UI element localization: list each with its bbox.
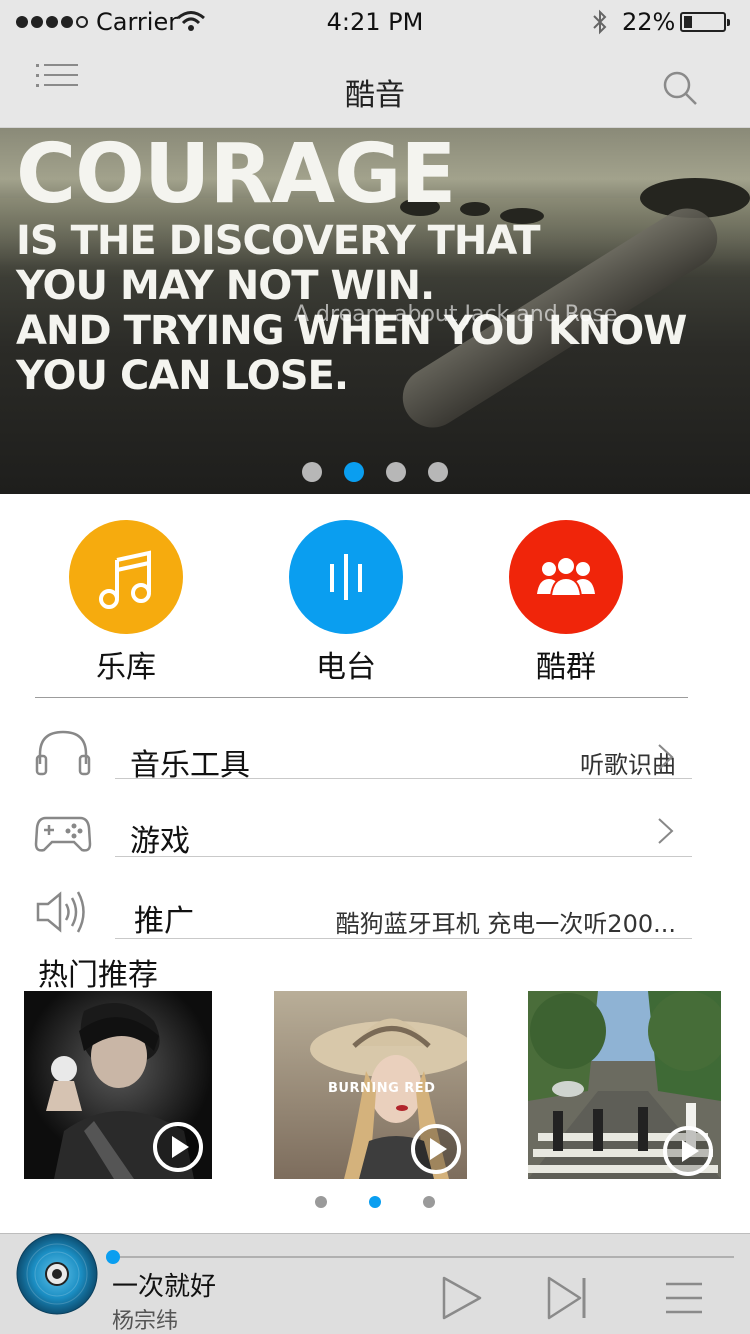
banner-page-indicator[interactable]: [0, 462, 750, 482]
banner-carousel[interactable]: COURAGE IS THE DISCOVERY THAT YOU MAY NO…: [0, 128, 750, 494]
category-music-library[interactable]: 乐库: [46, 520, 206, 686]
play-icon[interactable]: [152, 1121, 204, 1173]
category-circle: [69, 520, 183, 634]
battery-percentage: 22%: [622, 8, 676, 36]
list-item-music-tools[interactable]: 音乐工具 听歌识曲: [0, 718, 750, 798]
list-item-title: 游戏: [130, 824, 190, 859]
category-label: 酷群: [536, 650, 596, 685]
playback-progress[interactable]: [106, 1250, 734, 1264]
list-item-games[interactable]: 游戏: [0, 794, 750, 874]
chevron-right-icon: [658, 818, 674, 844]
category-circle: [289, 520, 403, 634]
banner-quote: COURAGE IS THE DISCOVERY THAT YOU MAY NO…: [16, 128, 687, 399]
album-cover-3[interactable]: [528, 991, 721, 1179]
recommend-page-dot[interactable]: [369, 1196, 381, 1208]
banner-caption: A dream about Jack and Rose: [294, 302, 618, 327]
search-icon[interactable]: [662, 70, 698, 106]
album-disc-icon[interactable]: [16, 1233, 98, 1315]
progress-knob[interactable]: [106, 1250, 120, 1264]
play-icon[interactable]: [662, 1125, 714, 1177]
banner-page-dot[interactable]: [386, 462, 406, 482]
category-label: 电台: [316, 650, 376, 685]
artist-name: 杨宗纬: [112, 1309, 179, 1334]
speaker-icon: [36, 891, 85, 933]
group-icon: [537, 556, 595, 597]
bluetooth-icon: [593, 9, 607, 35]
play-icon[interactable]: [410, 1123, 462, 1175]
battery-icon: [680, 12, 730, 32]
category-community[interactable]: 酷群: [486, 520, 646, 686]
list-item-title: 推广: [134, 904, 194, 939]
recommend-page-indicator[interactable]: [0, 1196, 750, 1208]
list-item-detail: 酷狗蓝牙耳机 充电一次听200...: [335, 910, 676, 938]
banner-page-dot[interactable]: [428, 462, 448, 482]
next-track-button[interactable]: [546, 1276, 590, 1320]
album-cover-text: BURNING RED: [328, 1081, 436, 1096]
headphones-icon: [35, 730, 91, 776]
chevron-right-icon: [658, 744, 674, 770]
banner-page-dot[interactable]: [344, 462, 364, 482]
category-label: 乐库: [96, 650, 156, 685]
banner-page-dot[interactable]: [302, 462, 322, 482]
album-cover-1[interactable]: [24, 991, 212, 1179]
section-divider: [35, 697, 688, 698]
gamepad-icon: [34, 816, 92, 852]
top-bar: Carrier 4:21 PM 22% 酷音: [0, 0, 750, 128]
page-title: 酷音: [345, 78, 405, 113]
section-title: 热门推荐: [38, 958, 158, 993]
status-bar: Carrier 4:21 PM 22%: [0, 0, 750, 44]
play-button[interactable]: [440, 1276, 484, 1320]
list-item-promotion[interactable]: 推广 酷狗蓝牙耳机 充电一次听200...: [0, 874, 750, 954]
category-radio[interactable]: 电台: [266, 520, 426, 686]
playlist-button[interactable]: [662, 1276, 706, 1320]
recommend-page-dot[interactable]: [423, 1196, 435, 1208]
category-circle: [509, 520, 623, 634]
music-note-icon: [99, 550, 151, 609]
recommend-page-dot[interactable]: [315, 1196, 327, 1208]
album-cover-2[interactable]: BURNING RED: [274, 991, 467, 1179]
song-title: 一次就好: [112, 1272, 217, 1302]
radio-bars-icon: [330, 554, 362, 600]
